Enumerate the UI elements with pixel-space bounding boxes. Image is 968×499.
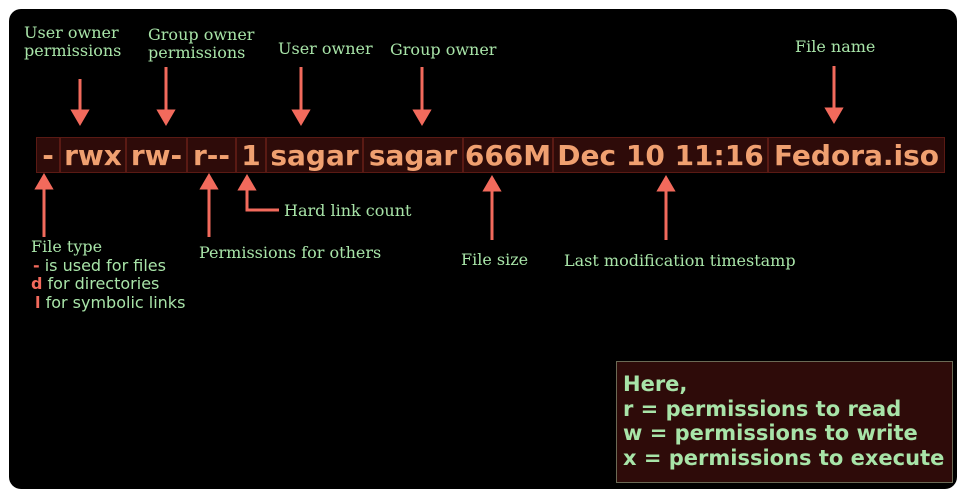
arrow-down-group-owner-icon <box>412 67 432 126</box>
arrow-down-user-permissions-icon <box>70 79 90 126</box>
arrow-up-file-size-icon <box>482 175 502 240</box>
arrow-down-group-permissions-icon <box>156 67 176 126</box>
arrow-up-hard-link-icon <box>237 174 279 212</box>
arrow-up-other-permissions-icon <box>199 173 219 237</box>
arrow-down-user-owner-icon <box>291 67 311 126</box>
arrows-layer <box>34 66 844 240</box>
arrow-down-file-name-icon <box>824 66 844 124</box>
arrow-up-timestamp-icon <box>656 175 676 240</box>
diagram-canvas: - rwx rw- r-- 1 sagar sagar 666M Dec 10 … <box>9 9 957 489</box>
arrow-up-file-type-icon <box>34 173 54 237</box>
